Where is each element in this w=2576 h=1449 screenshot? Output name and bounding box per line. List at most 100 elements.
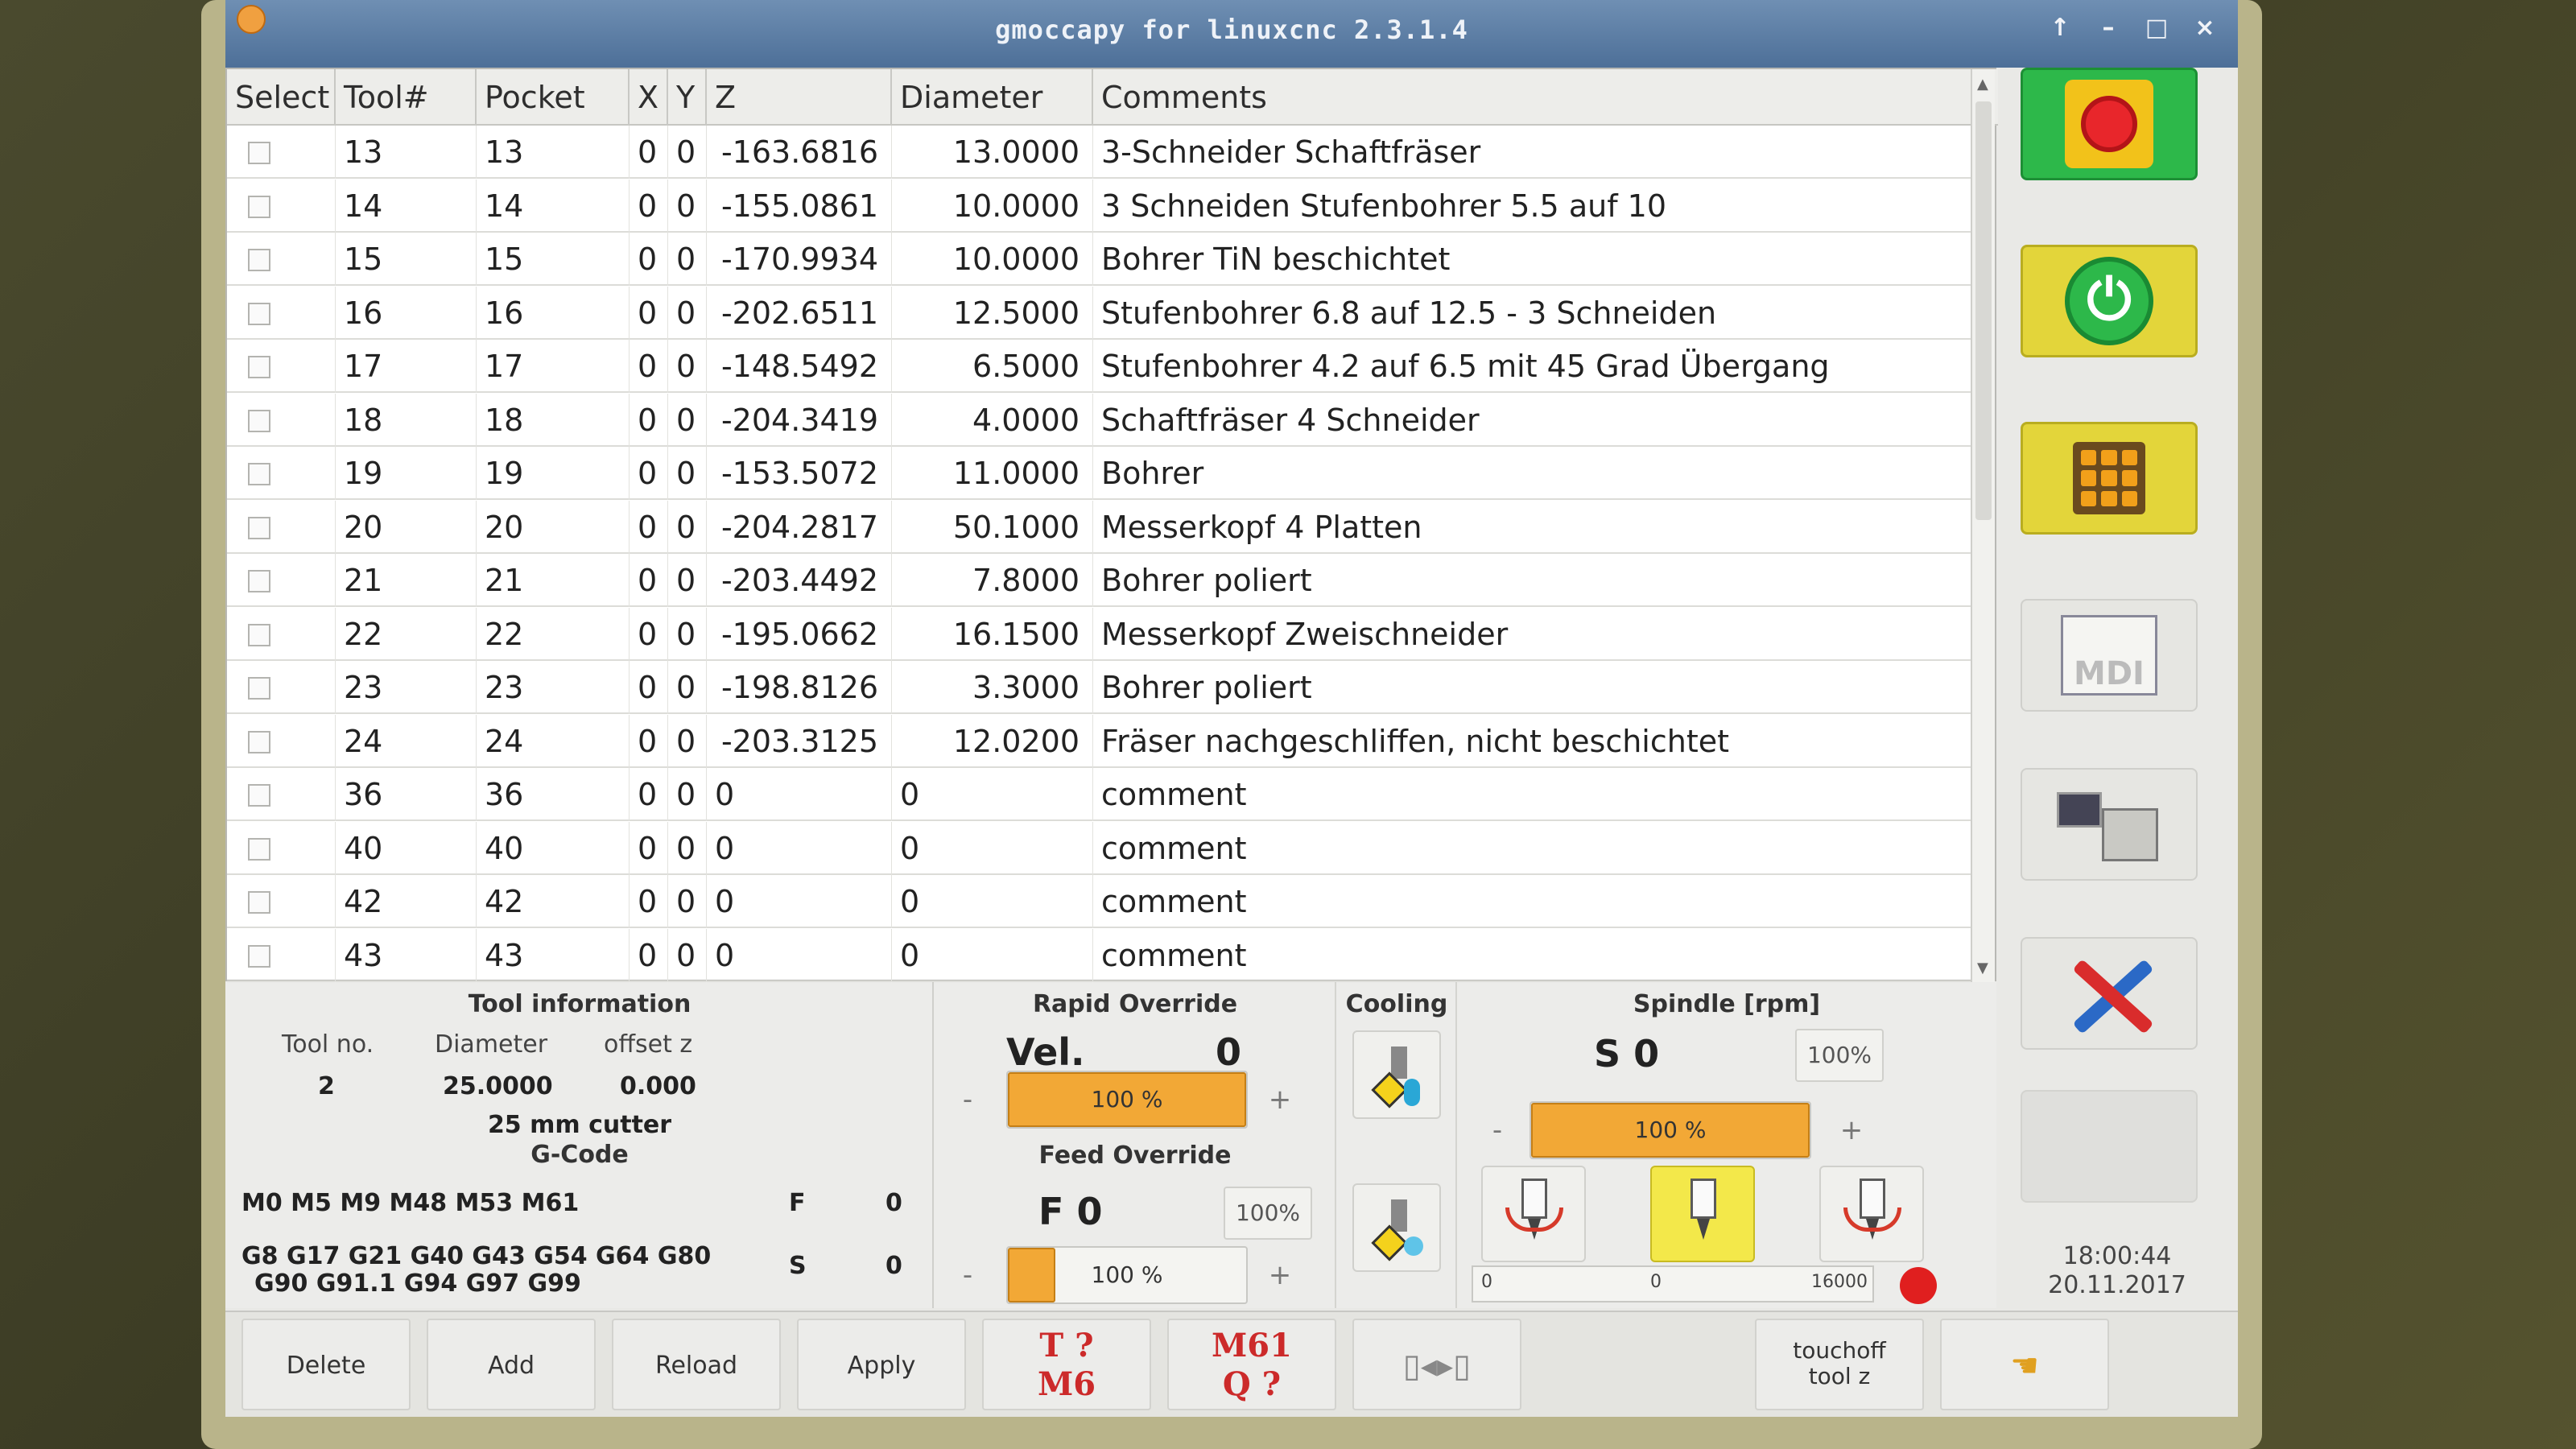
table-row[interactable]: 15 15 0 0 -170.9934 10.0000 Bohrer TiN beschic… xyxy=(227,233,1974,286)
col-select[interactable]: Select xyxy=(227,69,336,126)
cell-comment[interactable]: Stufenbohrer 4.2 auf 6.5 mit 45 Grad Übe… xyxy=(1093,340,1974,393)
cell-pocket[interactable]: 19 xyxy=(477,447,630,500)
hand-button[interactable]: ☚ xyxy=(1940,1319,2109,1410)
spindle-plus-button[interactable]: + xyxy=(1827,1101,1876,1159)
select-checkbox[interactable] xyxy=(248,142,270,164)
flood-button[interactable] xyxy=(1352,1030,1441,1119)
select-checkbox[interactable] xyxy=(248,944,270,968)
cell-tool[interactable]: 16 xyxy=(336,286,477,340)
cell-tool[interactable]: 22 xyxy=(336,607,477,661)
apply-button[interactable]: Apply xyxy=(797,1319,966,1410)
table-row[interactable]: 19 19 0 0 -153.5072 11.0000 Bohrer xyxy=(227,447,1974,500)
cell-y[interactable]: 0 xyxy=(668,179,707,233)
close-button[interactable]: × xyxy=(2188,11,2222,45)
cell-pocket[interactable]: 24 xyxy=(477,714,630,768)
row-select[interactable] xyxy=(227,500,336,554)
feed-override-slider[interactable]: 100 % xyxy=(1006,1246,1248,1304)
cell-z[interactable]: -204.3419 xyxy=(707,393,892,447)
cell-x[interactable]: 0 xyxy=(630,661,668,714)
mdi-mode-button[interactable]: MDI xyxy=(2021,599,2198,712)
cell-x[interactable]: 0 xyxy=(630,821,668,875)
table-row[interactable]: 40 40 0 0 0 0 comment xyxy=(227,821,1974,875)
cell-diameter[interactable]: 12.5000 xyxy=(892,286,1093,340)
cell-pocket[interactable]: 18 xyxy=(477,393,630,447)
mist-button[interactable] xyxy=(1352,1183,1441,1272)
cell-comment[interactable]: comment xyxy=(1093,768,1974,821)
cell-diameter[interactable]: 4.0000 xyxy=(892,393,1093,447)
cell-z[interactable]: -204.2817 xyxy=(707,500,892,554)
estop-button[interactable] xyxy=(2021,68,2198,180)
spindle-cw-button[interactable] xyxy=(1819,1166,1924,1262)
select-checkbox[interactable] xyxy=(248,409,270,432)
col-pocket[interactable]: Pocket xyxy=(477,69,630,126)
cell-x[interactable]: 0 xyxy=(630,500,668,554)
cell-x[interactable]: 0 xyxy=(630,714,668,768)
cell-pocket[interactable]: 23 xyxy=(477,661,630,714)
cell-comment[interactable]: Fräser nachgeschliffen, nicht beschichte… xyxy=(1093,714,1974,768)
select-checkbox[interactable] xyxy=(248,891,270,914)
cell-diameter[interactable]: 6.5000 xyxy=(892,340,1093,393)
cell-pocket[interactable]: 42 xyxy=(477,875,630,928)
col-comments[interactable]: Comments xyxy=(1093,69,1974,126)
cell-comment[interactable]: Messerkopf Zweischneider xyxy=(1093,607,1974,661)
change-tool-button[interactable]: T ? M6 xyxy=(982,1319,1151,1410)
cell-x[interactable]: 0 xyxy=(630,233,668,286)
table-row[interactable]: 18 18 0 0 -204.3419 4.0000 Schaftfräser 4 Schn… xyxy=(227,393,1974,447)
row-select[interactable] xyxy=(227,233,336,286)
cell-diameter[interactable]: 3.3000 xyxy=(892,661,1093,714)
cell-y[interactable]: 0 xyxy=(668,393,707,447)
table-row[interactable]: 13 13 0 0 -163.6816 13.0000 3-Schneider Schaft… xyxy=(227,126,1974,179)
spindle-stop-button[interactable] xyxy=(1650,1166,1755,1262)
cell-tool[interactable]: 24 xyxy=(336,714,477,768)
select-checkbox[interactable] xyxy=(248,784,270,807)
cell-comment[interactable]: comment xyxy=(1093,821,1974,875)
cell-y[interactable]: 0 xyxy=(668,233,707,286)
row-select[interactable] xyxy=(227,393,336,447)
table-row[interactable]: 43 43 0 0 0 0 comment xyxy=(227,928,1974,982)
cell-x[interactable]: 0 xyxy=(630,768,668,821)
table-scrollbar[interactable]: ▲ ▼ xyxy=(1971,69,1995,983)
cell-tool[interactable]: 20 xyxy=(336,500,477,554)
cell-z[interactable]: -202.6511 xyxy=(707,286,892,340)
auto-mode-button[interactable] xyxy=(2021,768,2198,881)
cell-tool[interactable]: 15 xyxy=(336,233,477,286)
row-select[interactable] xyxy=(227,928,336,982)
select-checkbox[interactable] xyxy=(248,356,270,378)
cell-x[interactable]: 0 xyxy=(630,607,668,661)
table-row[interactable]: 42 42 0 0 0 0 comment xyxy=(227,875,1974,928)
cell-diameter[interactable]: 0 xyxy=(892,768,1093,821)
m61-button[interactable]: M61 Q ? xyxy=(1167,1319,1336,1410)
cell-pocket[interactable]: 14 xyxy=(477,179,630,233)
cell-z[interactable]: 0 xyxy=(707,768,892,821)
row-select[interactable] xyxy=(227,661,336,714)
keep-above-button[interactable]: ↑ xyxy=(2043,11,2077,45)
table-row[interactable]: 14 14 0 0 -155.0861 10.0000 3 Schneiden Stufen… xyxy=(227,179,1974,233)
cell-y[interactable]: 0 xyxy=(668,126,707,179)
feed-reset-button[interactable]: 100% xyxy=(1224,1187,1312,1240)
spindle-ccw-button[interactable] xyxy=(1481,1166,1586,1262)
rapid-plus-button[interactable]: + xyxy=(1256,1071,1304,1129)
row-select[interactable] xyxy=(227,179,336,233)
cell-diameter[interactable]: 0 xyxy=(892,928,1093,982)
cell-pocket[interactable]: 43 xyxy=(477,928,630,982)
cell-z[interactable]: -203.3125 xyxy=(707,714,892,768)
cell-comment[interactable]: Bohrer poliert xyxy=(1093,554,1974,607)
row-select[interactable] xyxy=(227,607,336,661)
cell-z[interactable]: -148.5492 xyxy=(707,340,892,393)
cell-z[interactable]: -170.9934 xyxy=(707,233,892,286)
select-checkbox[interactable] xyxy=(248,570,270,592)
cell-tool[interactable]: 13 xyxy=(336,126,477,179)
cell-pocket[interactable]: 15 xyxy=(477,233,630,286)
feed-plus-button[interactable]: + xyxy=(1256,1246,1304,1304)
cell-diameter[interactable]: 10.0000 xyxy=(892,179,1093,233)
cell-tool[interactable]: 14 xyxy=(336,179,477,233)
minimize-button[interactable]: – xyxy=(2091,11,2125,45)
cell-comment[interactable]: comment xyxy=(1093,875,1974,928)
machine-power-button[interactable]: ⏻ xyxy=(2021,245,2198,357)
cell-y[interactable]: 0 xyxy=(668,500,707,554)
spindle-minus-button[interactable]: - xyxy=(1473,1101,1521,1159)
row-select[interactable] xyxy=(227,554,336,607)
cell-z[interactable]: -198.8126 xyxy=(707,661,892,714)
cell-x[interactable]: 0 xyxy=(630,179,668,233)
col-z[interactable]: Z xyxy=(707,69,892,126)
